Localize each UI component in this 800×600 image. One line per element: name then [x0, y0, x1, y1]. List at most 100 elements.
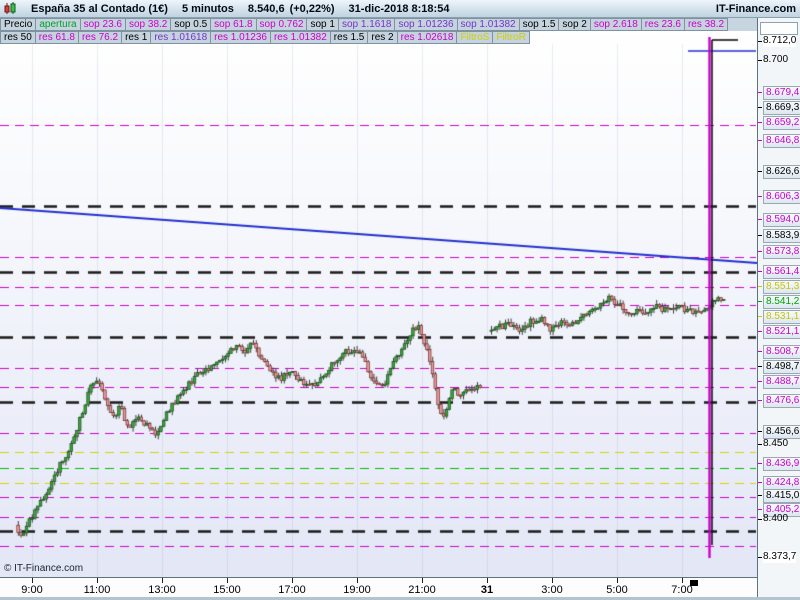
time-axis-tick	[227, 578, 228, 583]
pivot-level-cell: sop 23.6	[80, 18, 126, 31]
price-chart-canvas[interactable]	[0, 31, 757, 577]
time-axis-tick	[162, 578, 163, 583]
time-axis-label: 15:00	[213, 584, 241, 596]
price-axis-label: 8.646,8	[763, 134, 800, 148]
current-time-marker	[690, 580, 698, 586]
pivot-levels-row-1: Precio apertura sop 23.6 sop 38.2 sop 0.5 sop…	[0, 18, 757, 31]
price-axis-tick	[758, 41, 762, 42]
pivot-level-cell: sop 0.762	[256, 18, 308, 31]
pivot-level-cell: sop 2	[559, 18, 591, 31]
pivot-level-cell: sop 61.8	[211, 18, 257, 31]
price-axis-tick	[758, 107, 762, 108]
price-axis-tick	[758, 301, 762, 302]
price-axis[interactable]: 8.712,0 8.700 8.679,4 8.669,3 8.659,2 8.646,8…	[757, 18, 800, 597]
price-axis-tick	[758, 366, 762, 367]
price-axis-label: 8.561,4	[763, 265, 800, 279]
instrument-name: España 35 al Contado (1€)	[31, 2, 168, 15]
price-axis-label: 8.573,8	[763, 245, 800, 259]
price-change: (+0,22%)	[289, 2, 335, 15]
price-axis-label: 8.659,2	[763, 116, 800, 130]
time-axis-tick	[552, 578, 553, 583]
pivot-level-cell: sop 0.5	[171, 18, 212, 31]
pivot-level-cell: res 23.6	[641, 18, 685, 31]
copyright-watermark: © IT-Finance.com	[4, 563, 84, 574]
price-axis-label: 8.700	[763, 54, 789, 65]
price-axis-label: 8.476,6	[763, 394, 800, 408]
time-axis-label: 3:00	[541, 584, 563, 596]
pivot-level-cell: sop 1.5	[519, 18, 560, 31]
price-axis-tick	[758, 351, 762, 352]
pivot-level-cell: apertura	[36, 18, 81, 31]
time-axis[interactable]: 9:00 11:00 13:00 15:00 17:00 19:00 21:00 31 3:00…	[0, 577, 757, 597]
price-axis-tick	[758, 331, 762, 332]
price-axis-tick	[758, 286, 762, 287]
price-axis-label: 8.712,0	[763, 35, 797, 47]
pivot-levels-row-2: res 50 res 61.8 res 76.2 res 1 res 1.01618 re…	[0, 31, 757, 44]
price-axis-tick	[758, 271, 762, 272]
price-axis-label: 8.669,3	[763, 101, 800, 115]
price-axis-tick	[758, 122, 762, 123]
price-axis-label: 8.583,9	[763, 229, 800, 243]
price-axis-tick	[758, 444, 762, 445]
time-axis-tick	[357, 578, 358, 583]
time-axis-tick	[422, 578, 423, 583]
price-axis-label: 8.679,4	[763, 86, 800, 100]
time-axis-tick	[682, 578, 683, 583]
pivot-level-cell: res 76.2	[78, 31, 123, 44]
price-axis-label: 8.424,8	[763, 476, 800, 490]
price-axis-label: 8.508,7	[763, 345, 800, 359]
price-axis-label: 8.373,7	[763, 551, 797, 563]
time-axis-tick	[97, 578, 98, 583]
pivot-level-cell: res 1.01236	[211, 31, 271, 44]
pivot-level-cell: res 2	[368, 31, 398, 44]
pivot-level-cell: res 38.2	[684, 18, 729, 31]
price-axis-tick	[758, 482, 762, 483]
title-bar: España 35 al Contado (1€) 5 minutos 8.54…	[0, 0, 800, 18]
price-axis-tick	[758, 495, 762, 496]
pivot-level-cell: FiltroR	[493, 31, 530, 44]
price-axis-tick	[758, 196, 762, 197]
pivot-level-cell: FiltroS	[457, 31, 494, 44]
pivot-level-cell: res 1	[122, 31, 152, 44]
price-axis-label: 8.400	[763, 513, 789, 524]
price-axis-tick	[758, 219, 762, 220]
timeframe-label: 5 minutos	[181, 2, 234, 15]
price-axis-tick	[758, 509, 762, 510]
brand-label: IT-Finance.com	[715, 2, 796, 15]
price-axis-tick	[758, 171, 762, 172]
price-axis-tick	[758, 381, 762, 382]
last-price: 8.540,6	[247, 2, 285, 15]
pivot-level-cell: sop 38.2	[125, 18, 172, 31]
pivot-level-cell: sop 1	[307, 18, 339, 31]
pivot-level-cell: Precio	[0, 18, 37, 31]
price-axis-tick	[758, 400, 762, 401]
time-axis-tick	[617, 578, 618, 583]
price-axis-label: 8.594,0	[763, 213, 800, 227]
candlestick-icon	[3, 2, 17, 15]
time-axis-label: 31	[480, 584, 494, 596]
price-axis-tick	[758, 557, 762, 558]
price-axis-tick	[758, 431, 762, 432]
time-axis-label: 19:00	[343, 584, 371, 596]
price-axis-label: 8.488,7	[763, 375, 800, 389]
pivot-level-cell: res 1.5	[330, 31, 369, 44]
price-axis-label: 8.456,6	[763, 425, 800, 439]
price-axis-label: 8.606,3	[763, 190, 800, 204]
price-axis-header-box	[760, 22, 798, 35]
pivot-level-cell: res 50	[0, 31, 36, 44]
price-axis-tick	[758, 92, 762, 93]
price-axis-label: 8.626,6	[763, 165, 800, 179]
time-axis-label: 21:00	[408, 584, 436, 596]
price-axis-tick	[758, 235, 762, 236]
time-axis-tick	[487, 578, 488, 583]
pivot-level-cell: res 1.02618	[397, 31, 458, 44]
time-axis-label: 13:00	[148, 584, 176, 596]
price-axis-label: 8.521,1	[763, 325, 800, 339]
price-axis-label: 8.541,2	[763, 295, 800, 309]
pivot-level-cell: res 61.8	[35, 31, 79, 44]
pivot-level-cell: res 1.01618	[151, 31, 212, 44]
price-axis-label: 8.498,7	[763, 360, 800, 374]
time-axis-tick	[32, 578, 33, 583]
price-axis-label: 8.415,0	[763, 489, 800, 503]
datetime-label: 31-dic-2018 8:18:54	[348, 2, 450, 15]
